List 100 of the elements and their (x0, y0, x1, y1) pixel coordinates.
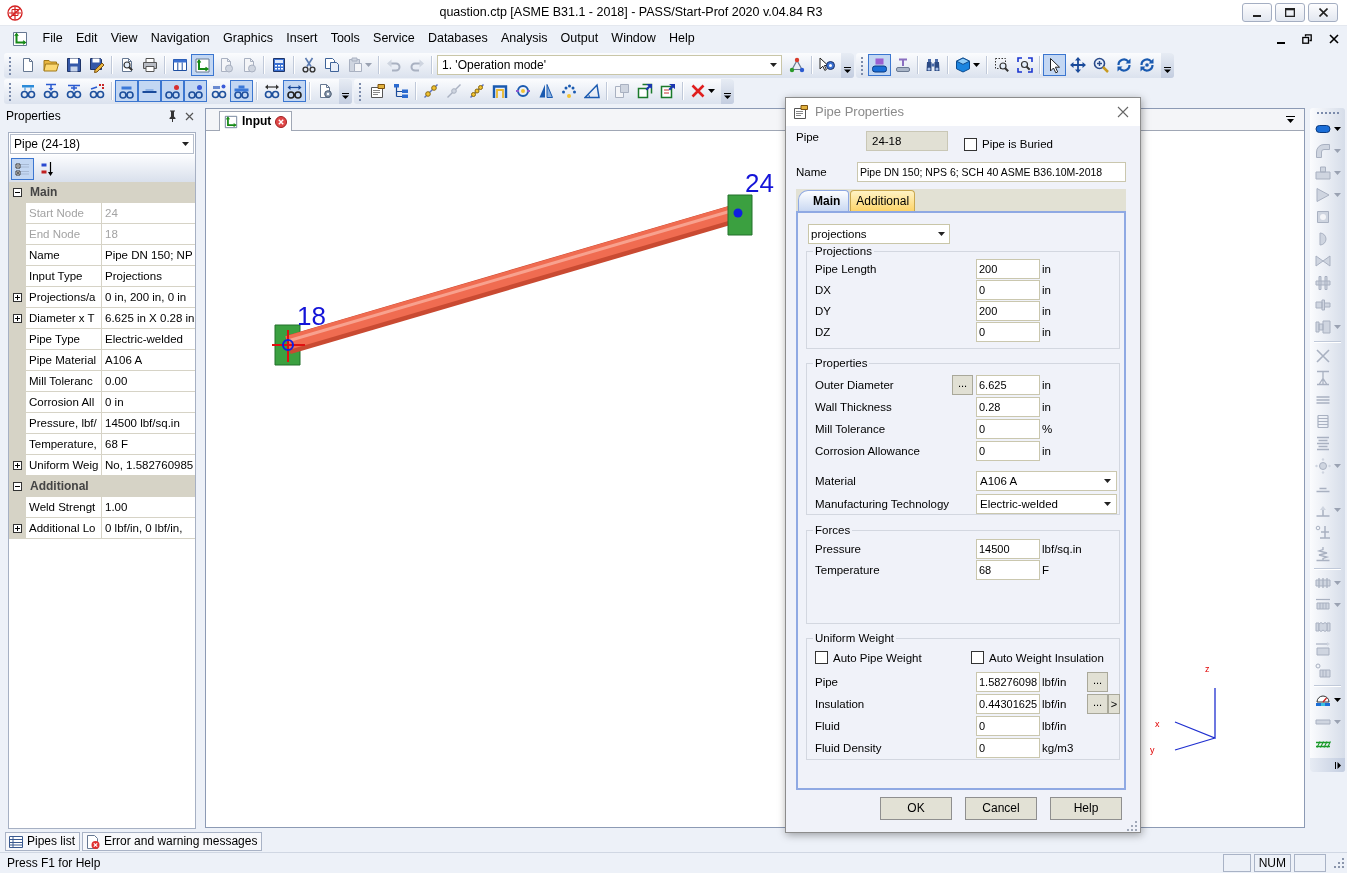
expand-icon[interactable] (13, 524, 22, 533)
mirror-icon[interactable] (537, 83, 554, 99)
overflow-button[interactable] (339, 78, 352, 104)
gauge-icon[interactable] (1315, 692, 1331, 708)
zoom-window-icon[interactable] (993, 57, 1010, 73)
overflow-button[interactable] (1161, 52, 1174, 78)
minimize-icon[interactable] (1277, 41, 1285, 44)
menu-item[interactable]: Tools (324, 29, 367, 49)
binoculars-icon[interactable] (924, 57, 941, 73)
input-field[interactable]: 6.625 (976, 375, 1040, 396)
dialog-button[interactable]: Help (1050, 797, 1122, 821)
pipe-drawing[interactable] (274, 194, 753, 366)
property-value[interactable]: 0.00 (102, 371, 195, 392)
input-field[interactable]: 0 (976, 321, 1040, 342)
dropdown-caret-icon[interactable] (707, 89, 715, 93)
node-triangle-icon[interactable] (788, 57, 805, 73)
menu-item[interactable]: Edit (69, 29, 105, 49)
menu-item[interactable]: Help (662, 29, 702, 49)
input-field[interactable]: 0 (976, 716, 1040, 737)
dropdown-caret-icon[interactable] (972, 63, 980, 67)
node-add-icon[interactable] (422, 83, 439, 99)
rings-bar-icon[interactable] (19, 83, 36, 99)
close-icon[interactable] (275, 115, 288, 128)
maximize-button[interactable] (1275, 3, 1305, 22)
scissors-icon[interactable] (300, 57, 317, 73)
dropdown-arrow-icon[interactable] (1104, 501, 1111, 506)
checkbox[interactable] (964, 137, 977, 151)
input-field[interactable]: 68 (976, 559, 1040, 580)
rings-tee-icon[interactable] (65, 83, 82, 99)
arch-icon[interactable] (491, 83, 508, 99)
node-dot-icon[interactable] (733, 208, 743, 218)
drag-handle-icon[interactable] (860, 55, 864, 75)
angle-icon[interactable] (583, 83, 600, 99)
resize-grip-icon[interactable] (1333, 857, 1345, 869)
collapse-icon[interactable] (13, 482, 22, 491)
action-button[interactable]: > (1108, 694, 1120, 715)
drag-handle-icon[interactable] (8, 81, 12, 101)
rings-arrows-icon[interactable] (283, 80, 306, 102)
input-mode-select[interactable]: projections (808, 224, 950, 245)
checkbox[interactable] (815, 651, 828, 665)
menu-item[interactable]: Databases (421, 29, 495, 49)
menu-item[interactable]: Output (554, 29, 605, 49)
close-icon[interactable] (1329, 34, 1339, 44)
property-value[interactable]: 0 in (102, 392, 195, 413)
panel-tab[interactable]: Pipes list (5, 832, 81, 851)
property-value[interactable]: 6.625 in X 0.28 in (102, 308, 195, 329)
property-value[interactable]: 14500 lbf/sq.in (102, 413, 195, 434)
menu-item[interactable]: Analysis (494, 29, 554, 49)
3d-view-icon[interactable] (868, 54, 891, 76)
property-value[interactable]: 0 lbf/in, 0 lbf/in, (102, 518, 195, 539)
close-button[interactable] (1308, 3, 1338, 22)
input-field[interactable]: 14500 (976, 538, 1040, 559)
dropdown-caret-icon[interactable] (1334, 698, 1341, 702)
name-field[interactable]: Pipe DN 150; NPS 6; SCH 40 ASME B36.10M-2018 (857, 162, 1126, 183)
tree-icon[interactable] (392, 83, 409, 99)
property-card-icon[interactable] (369, 83, 386, 99)
mode-combo[interactable]: 1. 'Operation mode' (437, 55, 782, 75)
dropdown-field[interactable]: A106 A (976, 470, 1117, 491)
printer-icon[interactable] (141, 57, 158, 73)
menu-item[interactable]: File (36, 29, 70, 49)
rings-squares-icon[interactable] (88, 83, 105, 99)
sort-arrow-icon[interactable] (39, 160, 56, 177)
property-value[interactable]: Electric-welded (102, 329, 195, 350)
overflow-button[interactable] (721, 78, 734, 104)
dropdown-arrow-icon[interactable] (182, 142, 189, 146)
input-field[interactable]: 0.44301625 (976, 694, 1040, 715)
node-cross-icon[interactable] (271, 329, 306, 363)
menu-item[interactable]: Service (366, 29, 422, 49)
dialog-tab[interactable]: Main (798, 190, 850, 212)
pin-icon[interactable] (168, 110, 177, 122)
checkbox-label[interactable]: Auto Pipe Weight (833, 650, 922, 666)
drag-handle-icon[interactable] (8, 55, 12, 75)
checkbox-label[interactable]: Pipe is Buried (982, 137, 1053, 152)
menu-item[interactable]: Graphics (216, 29, 280, 49)
menu-item[interactable]: Window (604, 29, 663, 49)
input-field[interactable]: 0.28 (976, 397, 1040, 418)
object-select[interactable]: Pipe (24-18) (10, 134, 194, 154)
drag-handle-icon[interactable] (1315, 111, 1340, 115)
browse-button[interactable]: ... (952, 375, 973, 396)
expand-icon[interactable] (13, 314, 22, 323)
panel-tab[interactable]: Error and warning messages (82, 832, 263, 851)
resize-grip-icon[interactable] (1126, 820, 1138, 833)
expand-icon[interactable] (13, 293, 22, 302)
expand-icon[interactable] (13, 461, 22, 470)
rotate-center-icon[interactable] (1138, 57, 1155, 73)
axes-document-icon[interactable] (191, 54, 214, 76)
input-field[interactable]: 200 (976, 300, 1040, 321)
menu-item[interactable]: Insert (279, 29, 325, 49)
dropdown-field[interactable]: Electric-welded (976, 493, 1117, 514)
rings-banner-icon[interactable] (230, 80, 253, 102)
rings-block-icon[interactable] (115, 80, 138, 102)
rotate-icon[interactable] (1115, 57, 1132, 73)
action-button[interactable]: ... (1087, 672, 1108, 693)
drag-handle-icon[interactable] (358, 81, 362, 101)
dotted-arc-icon[interactable] (560, 83, 577, 99)
copy-icon[interactable] (323, 57, 340, 73)
close-icon[interactable] (185, 111, 194, 121)
property-value[interactable]: 1.00 (102, 497, 195, 518)
rings-flag-icon[interactable] (210, 83, 227, 99)
property-value[interactable]: 0 in, 200 in, 0 in (102, 287, 195, 308)
